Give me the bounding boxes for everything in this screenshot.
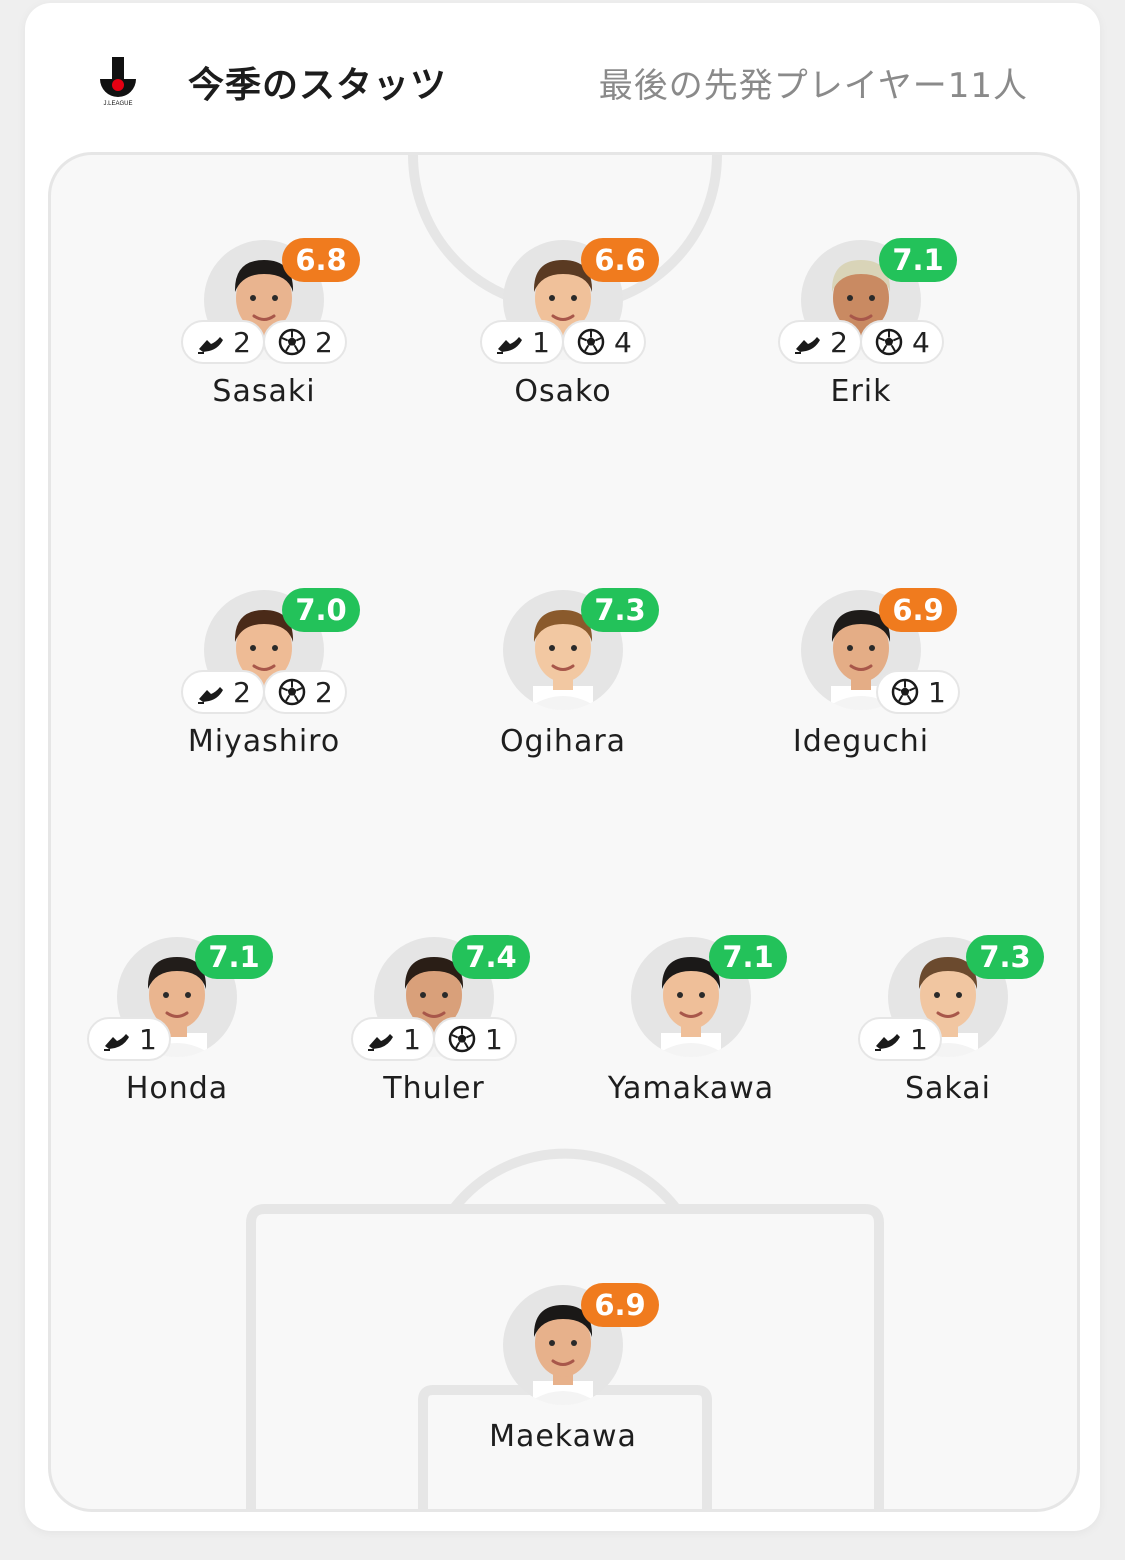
player-stats: 24 xyxy=(711,320,1011,364)
player-stats: 11 xyxy=(284,1017,584,1061)
player-stats: 22 xyxy=(114,320,414,364)
player-stats: 22 xyxy=(114,670,414,714)
soccer-ball-icon xyxy=(448,1025,476,1053)
player-maekawa[interactable]: 6.9 Maekawa xyxy=(413,1283,713,1465)
player-name: Osako xyxy=(514,374,612,409)
player-name: Sakai xyxy=(905,1071,991,1106)
player-name: Thuler xyxy=(383,1071,485,1106)
player-erik[interactable]: 7.1 2 4 Erik xyxy=(711,238,1011,420)
boot-icon xyxy=(104,1034,129,1051)
boot-icon xyxy=(497,337,523,354)
player-stats: 14 xyxy=(413,320,713,364)
assists-count: 1 xyxy=(910,1022,928,1056)
rating-badge: 7.1 xyxy=(195,935,273,979)
goals-count: 4 xyxy=(614,325,632,359)
boot-icon xyxy=(198,687,224,704)
rating-badge: 7.0 xyxy=(282,588,360,632)
rating-badge: 7.3 xyxy=(966,935,1044,979)
page-title: 今季のスタッツ xyxy=(188,65,448,106)
goals-chip: 2 xyxy=(263,670,347,714)
assists-count: 2 xyxy=(233,675,251,709)
rating-badge: 7.3 xyxy=(581,588,659,632)
rating-badge: 6.9 xyxy=(581,1283,659,1327)
rating-badge: 7.1 xyxy=(879,238,957,282)
soccer-ball-icon xyxy=(278,678,306,706)
assists-chip: 2 xyxy=(181,670,265,714)
player-name: Ogihara xyxy=(499,724,627,759)
player-ideguchi[interactable]: 6.9 1 Ideguchi xyxy=(711,588,1011,770)
player-name: Erik xyxy=(830,374,892,409)
goals-chip: 2 xyxy=(263,320,347,364)
assists-count: 1 xyxy=(532,325,550,359)
rating-badge: 6.8 xyxy=(282,238,360,282)
player-name: Yamakawa xyxy=(607,1071,775,1106)
assists-chip: 1 xyxy=(351,1017,435,1061)
assists-chip: 2 xyxy=(181,320,265,364)
soccer-ball-icon xyxy=(875,328,903,356)
goals-count: 1 xyxy=(928,675,946,709)
player-sasaki[interactable]: 6.8 2 2 Sasaki xyxy=(114,238,414,420)
goals-chip: 4 xyxy=(562,320,646,364)
player-name: Honda xyxy=(125,1071,229,1106)
assists-chip: 1 xyxy=(480,320,564,364)
rating-badge: 7.4 xyxy=(452,935,530,979)
rating-badge: 6.9 xyxy=(879,588,957,632)
player-yamakawa[interactable]: 7.1 Yamakawa xyxy=(541,935,841,1117)
player-name: Miyashiro xyxy=(187,724,341,759)
boot-icon xyxy=(795,337,821,354)
player-honda[interactable]: 7.1 1 Honda xyxy=(27,935,327,1117)
jleague-logo-icon: J.LEAGUE xyxy=(100,57,136,107)
soccer-ball-icon xyxy=(891,678,919,706)
svg-text:J.LEAGUE: J.LEAGUE xyxy=(103,101,132,107)
goals-chip: 1 xyxy=(433,1017,517,1061)
player-name: Maekawa xyxy=(489,1419,637,1454)
boot-icon xyxy=(368,1034,394,1051)
goals-chip: 1 xyxy=(876,670,960,714)
assists-chip: 2 xyxy=(778,320,862,364)
player-thuler[interactable]: 7.4 1 1 Thuler xyxy=(284,935,584,1117)
player-osako[interactable]: 6.6 1 4 Osako xyxy=(413,238,713,420)
goals-count: 2 xyxy=(315,325,333,359)
player-stats: 1 xyxy=(27,1017,327,1061)
soccer-ball-icon xyxy=(278,328,306,356)
assists-chip: 1 xyxy=(87,1017,171,1061)
boot-icon xyxy=(875,1034,900,1051)
player-ogihara[interactable]: 7.3 Ogihara xyxy=(413,588,713,770)
goals-chip: 4 xyxy=(860,320,944,364)
goals-count: 2 xyxy=(315,675,333,709)
player-stats: 1 xyxy=(798,1017,1098,1061)
page-subtitle: 最後の先発プレイヤー11人 xyxy=(598,66,1028,106)
rating-badge: 6.6 xyxy=(581,238,659,282)
player-stats: 1 xyxy=(711,670,1011,714)
player-sakai[interactable]: 7.3 1 Sakai xyxy=(798,935,1098,1117)
goals-count: 4 xyxy=(912,325,930,359)
assists-chip: 1 xyxy=(858,1017,942,1061)
player-name: Sasaki xyxy=(212,374,316,409)
rating-badge: 7.1 xyxy=(709,935,787,979)
boot-icon xyxy=(198,337,224,354)
soccer-ball-icon xyxy=(577,328,605,356)
assists-count: 2 xyxy=(233,325,251,359)
assists-count: 2 xyxy=(830,325,848,359)
assists-count: 1 xyxy=(139,1022,157,1056)
goals-count: 1 xyxy=(485,1022,503,1056)
player-miyashiro[interactable]: 7.0 2 2 Miyashiro xyxy=(114,588,414,770)
assists-count: 1 xyxy=(403,1022,421,1056)
player-name: Ideguchi xyxy=(792,724,930,759)
